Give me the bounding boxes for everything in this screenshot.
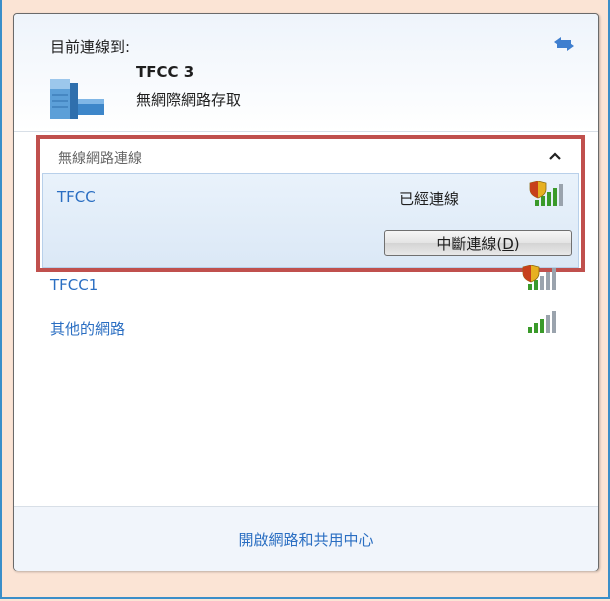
divider — [14, 131, 598, 132]
network-item[interactable]: TFCC1 — [50, 276, 98, 294]
network-flyout: 目前連線到: TFCC 3 無網際網路存取 無線網路連線 TFCC 已經連線 中… — [13, 13, 599, 571]
network-icon — [50, 79, 104, 119]
current-connection-label: 目前連線到: — [50, 38, 131, 56]
wireless-section-title: 無線網路連線 — [58, 151, 142, 167]
current-network-name: TFCC 3 — [136, 63, 195, 81]
disconnect-button[interactable]: 中斷連線(D) — [384, 230, 572, 256]
wifi-signal-icon — [529, 181, 563, 206]
connection-state: 已經連線 — [399, 190, 460, 208]
wifi-signal-icon — [522, 265, 556, 290]
wireless-section-header[interactable]: 無線網路連線 — [40, 139, 581, 173]
network-ssid: TFCC1 — [50, 276, 99, 294]
network-item[interactable]: 其他的網路 — [50, 318, 125, 339]
wifi-signal-icon — [528, 311, 556, 333]
network-sharing-center-link[interactable]: 開啟網路和共用中心 — [14, 529, 598, 550]
network-ssid: 其他的網路 — [50, 320, 126, 338]
current-network-status: 無網際網路存取 — [136, 91, 242, 109]
collapse-icon[interactable] — [549, 152, 561, 160]
current-connection-header: 目前連線到: TFCC 3 無網際網路存取 — [14, 14, 598, 131]
wireless-section: 無線網路連線 TFCC 已經連線 中斷連線(D) — [36, 135, 585, 272]
refresh-icon[interactable] — [551, 35, 577, 53]
network-item-connected[interactable]: TFCC 已經連線 中斷連線(D) — [42, 173, 579, 268]
footer: 開啟網路和共用中心 — [14, 506, 598, 571]
network-ssid: TFCC — [57, 188, 96, 206]
